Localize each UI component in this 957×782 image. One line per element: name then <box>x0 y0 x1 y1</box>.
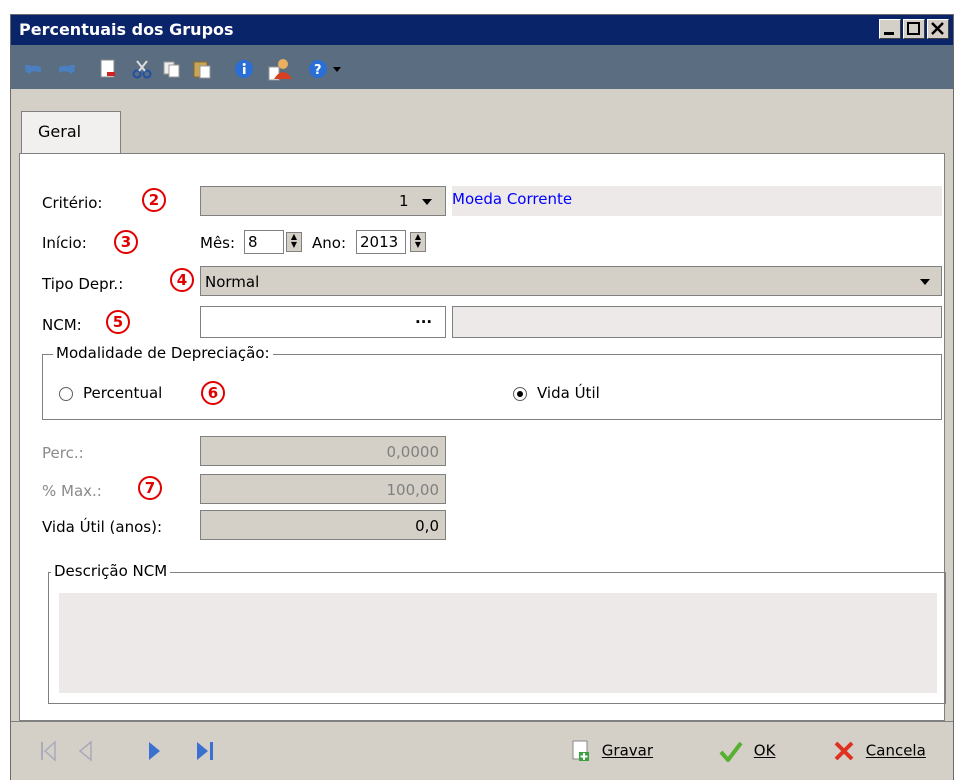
window-title: Percentuais dos Grupos <box>19 20 234 39</box>
descricao-ncm-text[interactable] <box>59 593 937 693</box>
last-record-icon[interactable] <box>195 740 215 762</box>
cut-icon[interactable] <box>131 59 153 79</box>
mes-input[interactable]: 8 <box>244 230 284 254</box>
gravar-label: Gravar <box>601 741 653 760</box>
descricao-ncm-title: Descrição NCM <box>51 562 171 580</box>
new-icon[interactable] <box>97 59 119 79</box>
perc-label: Perc.: <box>42 444 84 462</box>
toolbar: ? <box>11 45 953 89</box>
cancela-button[interactable]: Cancela <box>833 740 926 762</box>
perc-value: 0,0000 <box>386 443 440 461</box>
minimize-icon <box>884 32 894 35</box>
cancela-label: Cancela <box>865 741 926 760</box>
copy-icon[interactable] <box>161 59 183 79</box>
inicio-label: Início: <box>42 234 87 252</box>
first-record-icon[interactable] <box>39 740 57 762</box>
callout-badge-3: 3 <box>114 230 138 254</box>
close-icon <box>931 22 944 35</box>
mes-value: 8 <box>248 233 258 251</box>
save-icon <box>572 740 589 761</box>
radio-percentual-label[interactable]: Percentual <box>83 384 162 402</box>
paste-icon[interactable] <box>191 59 213 79</box>
max-input[interactable]: 100,00 <box>200 474 446 504</box>
ncm-description <box>452 306 942 338</box>
maximize-button[interactable] <box>903 19 925 39</box>
ok-button[interactable]: OK <box>719 740 775 762</box>
title-bar[interactable]: Percentuais dos Grupos <box>11 15 953 45</box>
radio-percentual[interactable] <box>59 387 73 401</box>
tab-geral[interactable]: Geral <box>21 111 121 153</box>
tab-geral-label: Geral <box>38 122 82 141</box>
user-icon[interactable] <box>267 57 295 81</box>
previous-record-icon[interactable] <box>77 740 93 762</box>
form-panel: Critério: 2 1 Moeda Corrente Início: 3 M… <box>19 153 946 721</box>
ano-value: 2013 <box>360 233 399 251</box>
criterio-select[interactable]: 1 <box>200 186 446 216</box>
modalidade-group: Modalidade de Depreciação: Percentual 6 … <box>42 344 942 420</box>
descricao-ncm-group: Descrição NCM <box>48 562 946 704</box>
chevron-down-icon <box>422 199 432 205</box>
bottom-bar: Gravar OK Cancela <box>11 721 953 780</box>
vida-util-input[interactable]: 0,0 <box>200 510 446 540</box>
check-icon <box>719 741 743 762</box>
tab-strip: Geral <box>11 89 953 153</box>
vida-util-label: Vida Útil (anos): <box>42 518 162 536</box>
callout-badge-5: 5 <box>106 310 130 334</box>
modalidade-title: Modalidade de Depreciação: <box>53 344 273 362</box>
callout-badge-7: 7 <box>138 476 162 500</box>
next-record-icon[interactable] <box>147 740 163 762</box>
callout-badge-2: 2 <box>142 188 166 212</box>
callout-badge-4: 4 <box>170 268 194 292</box>
criterio-description-text: Moeda Corrente <box>452 190 573 208</box>
mes-spinner[interactable]: ▲ ▼ <box>286 232 302 252</box>
help-icon[interactable]: ? <box>307 59 329 79</box>
ncm-input[interactable]: ... <box>200 306 446 338</box>
criterio-code: 1 <box>399 192 409 210</box>
max-label: % Max.: <box>42 482 102 500</box>
dropdown-arrow-icon[interactable] <box>331 59 343 79</box>
vida-util-value: 0,0 <box>415 517 439 535</box>
cancel-x-icon <box>834 741 854 761</box>
ano-spinner[interactable]: ▲ ▼ <box>410 232 426 252</box>
tipo-depr-value: Normal <box>205 273 260 291</box>
max-value: 100,00 <box>386 481 440 499</box>
mes-label: Mês: <box>200 234 236 252</box>
chevron-down-icon <box>920 279 930 285</box>
gravar-button[interactable]: Gravar <box>571 740 653 762</box>
radio-vida-util-label[interactable]: Vida Útil <box>537 384 600 402</box>
perc-input[interactable]: 0,0000 <box>200 436 446 466</box>
criterio-label: Critério: <box>42 194 103 212</box>
tipo-depr-select[interactable]: Normal <box>200 266 942 296</box>
tipo-depr-label: Tipo Depr.: <box>42 275 124 293</box>
ano-label: Ano: <box>312 234 346 252</box>
radio-vida-util[interactable] <box>513 387 527 401</box>
redo-icon[interactable] <box>55 59 77 79</box>
svg-text:?: ? <box>314 63 322 78</box>
minimize-button[interactable] <box>879 19 901 39</box>
ncm-label: NCM: <box>42 316 82 334</box>
maximize-icon <box>907 22 920 35</box>
ano-input[interactable]: 2013 <box>356 230 406 254</box>
callout-badge-6: 6 <box>201 381 225 405</box>
close-button[interactable] <box>927 19 949 39</box>
undo-icon[interactable] <box>23 59 45 79</box>
ncm-lookup-button[interactable]: ... <box>415 309 432 327</box>
info-icon[interactable] <box>233 59 255 79</box>
criterio-description: Moeda Corrente <box>452 186 942 216</box>
window: Percentuais dos Grupos ? Geral Critério: <box>10 14 954 780</box>
ok-label: OK <box>753 741 776 760</box>
